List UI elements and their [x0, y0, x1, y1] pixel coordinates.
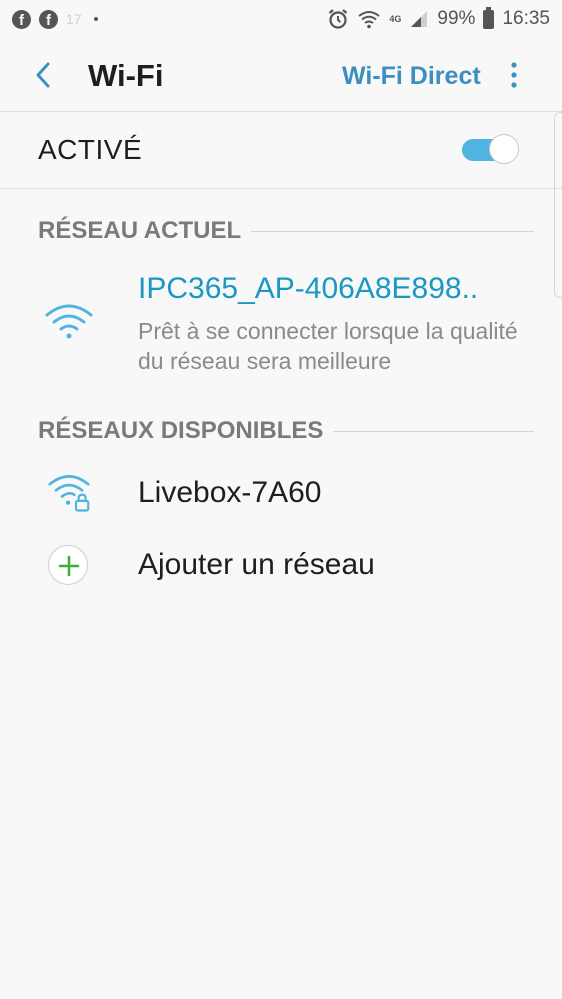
more-notifications-icon — [93, 17, 98, 21]
toggle-divider — [0, 188, 562, 189]
wifi-toggle-label: ACTIVÉ — [38, 134, 143, 165]
status-bar: f f 17 4G 99% 16:35 — [0, 0, 562, 38]
network-type-label: 4G — [389, 13, 402, 24]
section-title: RÉSEAU ACTUEL — [38, 217, 242, 244]
available-networks-header: RÉSEAUX DISPONIBLES — [38, 416, 534, 446]
current-network-item[interactable]: IPC365_AP-406A8E898.. Prêt à se connecte… — [0, 268, 562, 378]
switch-knob — [489, 134, 519, 164]
add-network-label: Ajouter un réseau — [138, 548, 375, 581]
clock: 16:35 — [502, 8, 550, 29]
wifi-direct-button[interactable]: Wi-Fi Direct — [342, 62, 481, 91]
wifi-lock-icon — [48, 475, 90, 512]
status-bar-left: f f 17 — [12, 9, 98, 29]
network-list-item[interactable]: Livebox-7A60 — [0, 462, 562, 528]
wifi-toggle-row[interactable]: ACTIVÉ — [0, 112, 562, 188]
status-bar-right: 4G 99% 16:35 — [327, 6, 550, 30]
facebook-notification-icon: f — [12, 9, 31, 29]
battery-percentage: 99% — [437, 8, 476, 29]
back-arrow-icon[interactable] — [28, 58, 60, 92]
section-divider — [251, 230, 534, 232]
wifi-switch[interactable] — [462, 134, 520, 166]
battery-icon — [483, 6, 495, 29]
app-bar: Wi-Fi Wi-Fi Direct — [0, 38, 562, 112]
add-icon — [48, 545, 88, 585]
add-network-item[interactable]: Ajouter un réseau — [0, 538, 562, 598]
plus-icon — [58, 555, 80, 577]
section-title: RÉSEAUX DISPONIBLES — [38, 417, 324, 444]
current-network-name: IPC365_AP-406A8E898.. — [138, 272, 479, 305]
current-network-status: Prêt à se connecter lorsque la qualité d… — [138, 318, 518, 374]
page-title: Wi-Fi — [88, 58, 164, 93]
current-network-header: RÉSEAU ACTUEL — [38, 216, 534, 246]
facebook-notification-icon: f — [39, 9, 58, 29]
wifi-signal-icon — [45, 304, 93, 339]
wifi-status-icon — [358, 11, 381, 29]
network-name: Livebox-7A60 — [138, 476, 322, 509]
notification-count: 17 — [66, 11, 82, 27]
cellular-signal-icon — [411, 11, 428, 27]
section-divider — [333, 430, 534, 432]
more-options-icon[interactable] — [504, 60, 524, 90]
alarm-icon — [329, 9, 348, 29]
